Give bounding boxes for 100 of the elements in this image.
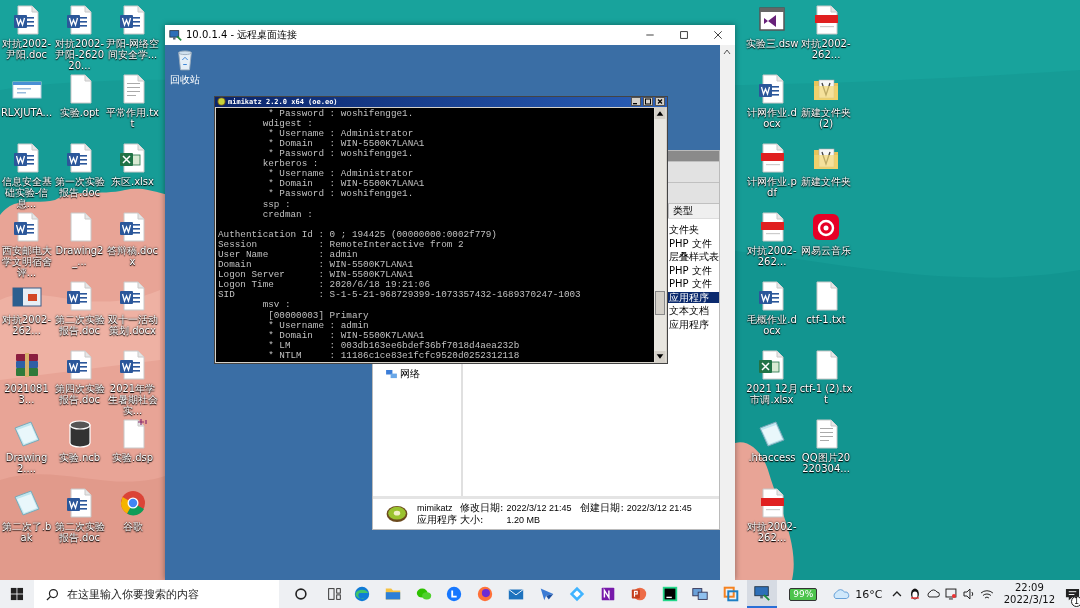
- clock-time[interactable]: 22:09: [1014, 582, 1044, 594]
- ide-icon[interactable]: [660, 585, 679, 603]
- type-cell[interactable]: PHP 文件: [668, 237, 719, 249]
- console-line: Authentication Id : 0 ; 194425 (00000000:0002f779): [218, 229, 498, 240]
- type-cell[interactable]: 文件夹: [668, 224, 719, 236]
- type-cell[interactable]: 层叠样式表: [668, 251, 719, 263]
- console-line: ssp :: [261, 199, 291, 210]
- file-label[interactable]: 尹阳-网络空间安全学...: [105, 38, 160, 60]
- file-label[interactable]: 实验三.dsw: [745, 38, 799, 49]
- detail-value: 1.20 MB: [506, 514, 541, 526]
- file-label[interactable]: 新建文件夹(2): [799, 107, 853, 129]
- temperature[interactable]: 16°C: [855, 587, 883, 601]
- scrollbar[interactable]: [720, 45, 735, 580]
- console-line: Session : RemoteInteractive from 2: [218, 239, 464, 250]
- file-label[interactable]: Drawing2....: [0, 452, 54, 474]
- search-field[interactable]: 在这里输入你要搜索的内容: [33, 580, 279, 608]
- fox-browser-icon[interactable]: [476, 585, 495, 603]
- file-label[interactable]: 实验.ncb: [52, 452, 107, 463]
- notification-icon[interactable]: [1065, 586, 1080, 602]
- console-line: * Username : Administrator: [267, 169, 415, 180]
- file-label[interactable]: 第二次了.bak: [0, 521, 54, 543]
- file-label[interactable]: 对抗2002-262...: [799, 38, 853, 60]
- network-icon[interactable]: [691, 585, 710, 603]
- browser-icon[interactable]: [353, 585, 371, 603]
- file-label[interactable]: 毛概作业.docx: [745, 314, 799, 336]
- console-line: * Domain : WIN-5500K7LANA1: [267, 330, 426, 341]
- remote-desktop-icon[interactable]: [752, 584, 771, 602]
- file-label[interactable]: 网易云音乐: [799, 245, 853, 256]
- type-cell[interactable]: PHP 文件: [668, 264, 719, 276]
- file-label[interactable]: 对抗2002-262...: [745, 245, 799, 267]
- type-cell[interactable]: 应用程序: [668, 318, 719, 330]
- taskbar-app-button[interactable]: [746, 580, 778, 608]
- detail-value: 2022/3/12 21:45: [506, 502, 572, 514]
- file-label[interactable]: 实验.dsp: [105, 452, 160, 463]
- console-line: * Domain : WIN-5500K7LANA1: [267, 138, 426, 149]
- file-label[interactable]: 新建文件夹: [799, 176, 853, 187]
- file-label[interactable]: RLXJUTA...: [0, 107, 54, 118]
- search-icon: [45, 588, 59, 601]
- minimize-icon[interactable]: [631, 97, 641, 107]
- close-icon[interactable]: [655, 97, 665, 107]
- console-line: * Password : woshifengge1.: [268, 149, 415, 160]
- type-cell[interactable]: 应用程序: [668, 291, 719, 303]
- detail-value: 2022/3/12 21:45: [626, 502, 692, 514]
- file-label[interactable]: 回收站: [170, 73, 200, 87]
- scroll-up-icon[interactable]: [654, 107, 666, 119]
- monitor-icon[interactable]: [944, 587, 958, 601]
- file-label[interactable]: Drawing2_...: [52, 245, 107, 267]
- file-label[interactable]: 2021 12月市调.xlsx: [745, 383, 799, 405]
- start-button[interactable]: [10, 587, 24, 601]
- file-label[interactable]: 20210813...: [0, 383, 54, 405]
- clock-date[interactable]: 2022/3/12: [1003, 594, 1055, 606]
- file-label[interactable]: ctf-1.txt: [799, 314, 853, 325]
- console-line: [00000003] Primary: [267, 310, 370, 321]
- circle-app-icon[interactable]: [445, 585, 464, 603]
- battery-indicator[interactable]: 99%: [789, 587, 818, 601]
- file-label[interactable]: 西安邮电大学文明宿舍评...: [0, 245, 54, 278]
- music-app-icon: [810, 211, 842, 243]
- console-line: SID : S-1-5-21-968729399-1073357432-1689370247-1003: [218, 290, 582, 301]
- file-label[interactable]: 2021年学生暑期社会实...: [105, 383, 160, 416]
- maximize-icon[interactable]: [643, 97, 653, 107]
- scrollbar[interactable]: [654, 107, 666, 362]
- console-line: Logon Server : WIN-5500K7LANA1: [218, 270, 415, 281]
- squares-icon[interactable]: [722, 585, 741, 603]
- file-label[interactable]: 东区.xlsx: [105, 176, 160, 187]
- type-cell[interactable]: PHP 文件: [668, 278, 719, 290]
- scroll-thumb[interactable]: [655, 290, 665, 315]
- task-view-icon[interactable]: [325, 585, 344, 603]
- console-line: Domain : WIN-5500K7LANA1: [218, 260, 415, 271]
- presentation-icon[interactable]: [629, 585, 648, 603]
- kiwi-icon: [385, 504, 409, 524]
- scroll-down-icon[interactable]: [654, 351, 666, 362]
- nav-item[interactable]: 网络: [400, 367, 420, 381]
- console-line: * NTLM : 11186c1ce83e1fcfc9520d0252312118: [267, 350, 521, 361]
- console-line: credman :: [261, 209, 314, 220]
- file-label[interactable]: ctf-1 (2).txt: [799, 383, 853, 405]
- file-label[interactable]: 计网作业.docx: [745, 107, 799, 129]
- detail-label: 创建日期:: [580, 502, 624, 514]
- file-label[interactable]: 对抗2002-尹阳.doc: [0, 38, 54, 60]
- file-label[interactable]: 实验.opt: [52, 107, 107, 118]
- console-line: msv :: [261, 300, 292, 311]
- remote-desktop-icon: [169, 28, 182, 42]
- file-label[interactable]: 第二次实验报告.doc: [52, 521, 107, 543]
- notification-badge: 1: [1071, 595, 1080, 607]
- file-label[interactable]: 计网作业.pdf: [745, 176, 799, 198]
- console-line: User Name : admin: [218, 249, 359, 260]
- wifi-icon[interactable]: [979, 587, 994, 601]
- file-label[interactable]: 平常作用.txt: [105, 107, 160, 129]
- file-label[interactable]: 答辩稿.docx: [105, 245, 160, 267]
- console-line: * Password : woshifengge1.: [267, 189, 415, 200]
- type-cell[interactable]: 文本文档: [668, 305, 719, 317]
- console-line: Logon Time : 2020/6/18 19:21:06: [218, 280, 431, 291]
- file-label[interactable]: QQ图片20220304...: [799, 452, 853, 474]
- cloud-icon[interactable]: [926, 587, 941, 601]
- speaker-icon[interactable]: [961, 587, 976, 601]
- file-label[interactable]: 第四次实验报告.doc: [52, 383, 107, 405]
- file-label[interactable]: 对抗2002-262...: [0, 314, 54, 336]
- file-label[interactable]: 对抗2002-尹阳-262020...: [52, 38, 107, 71]
- file-label[interactable]: 双十一活动策划.docx: [105, 314, 160, 336]
- file-label[interactable]: 谷歌: [105, 521, 160, 532]
- recycle-bin-icon[interactable]: [176, 49, 194, 71]
